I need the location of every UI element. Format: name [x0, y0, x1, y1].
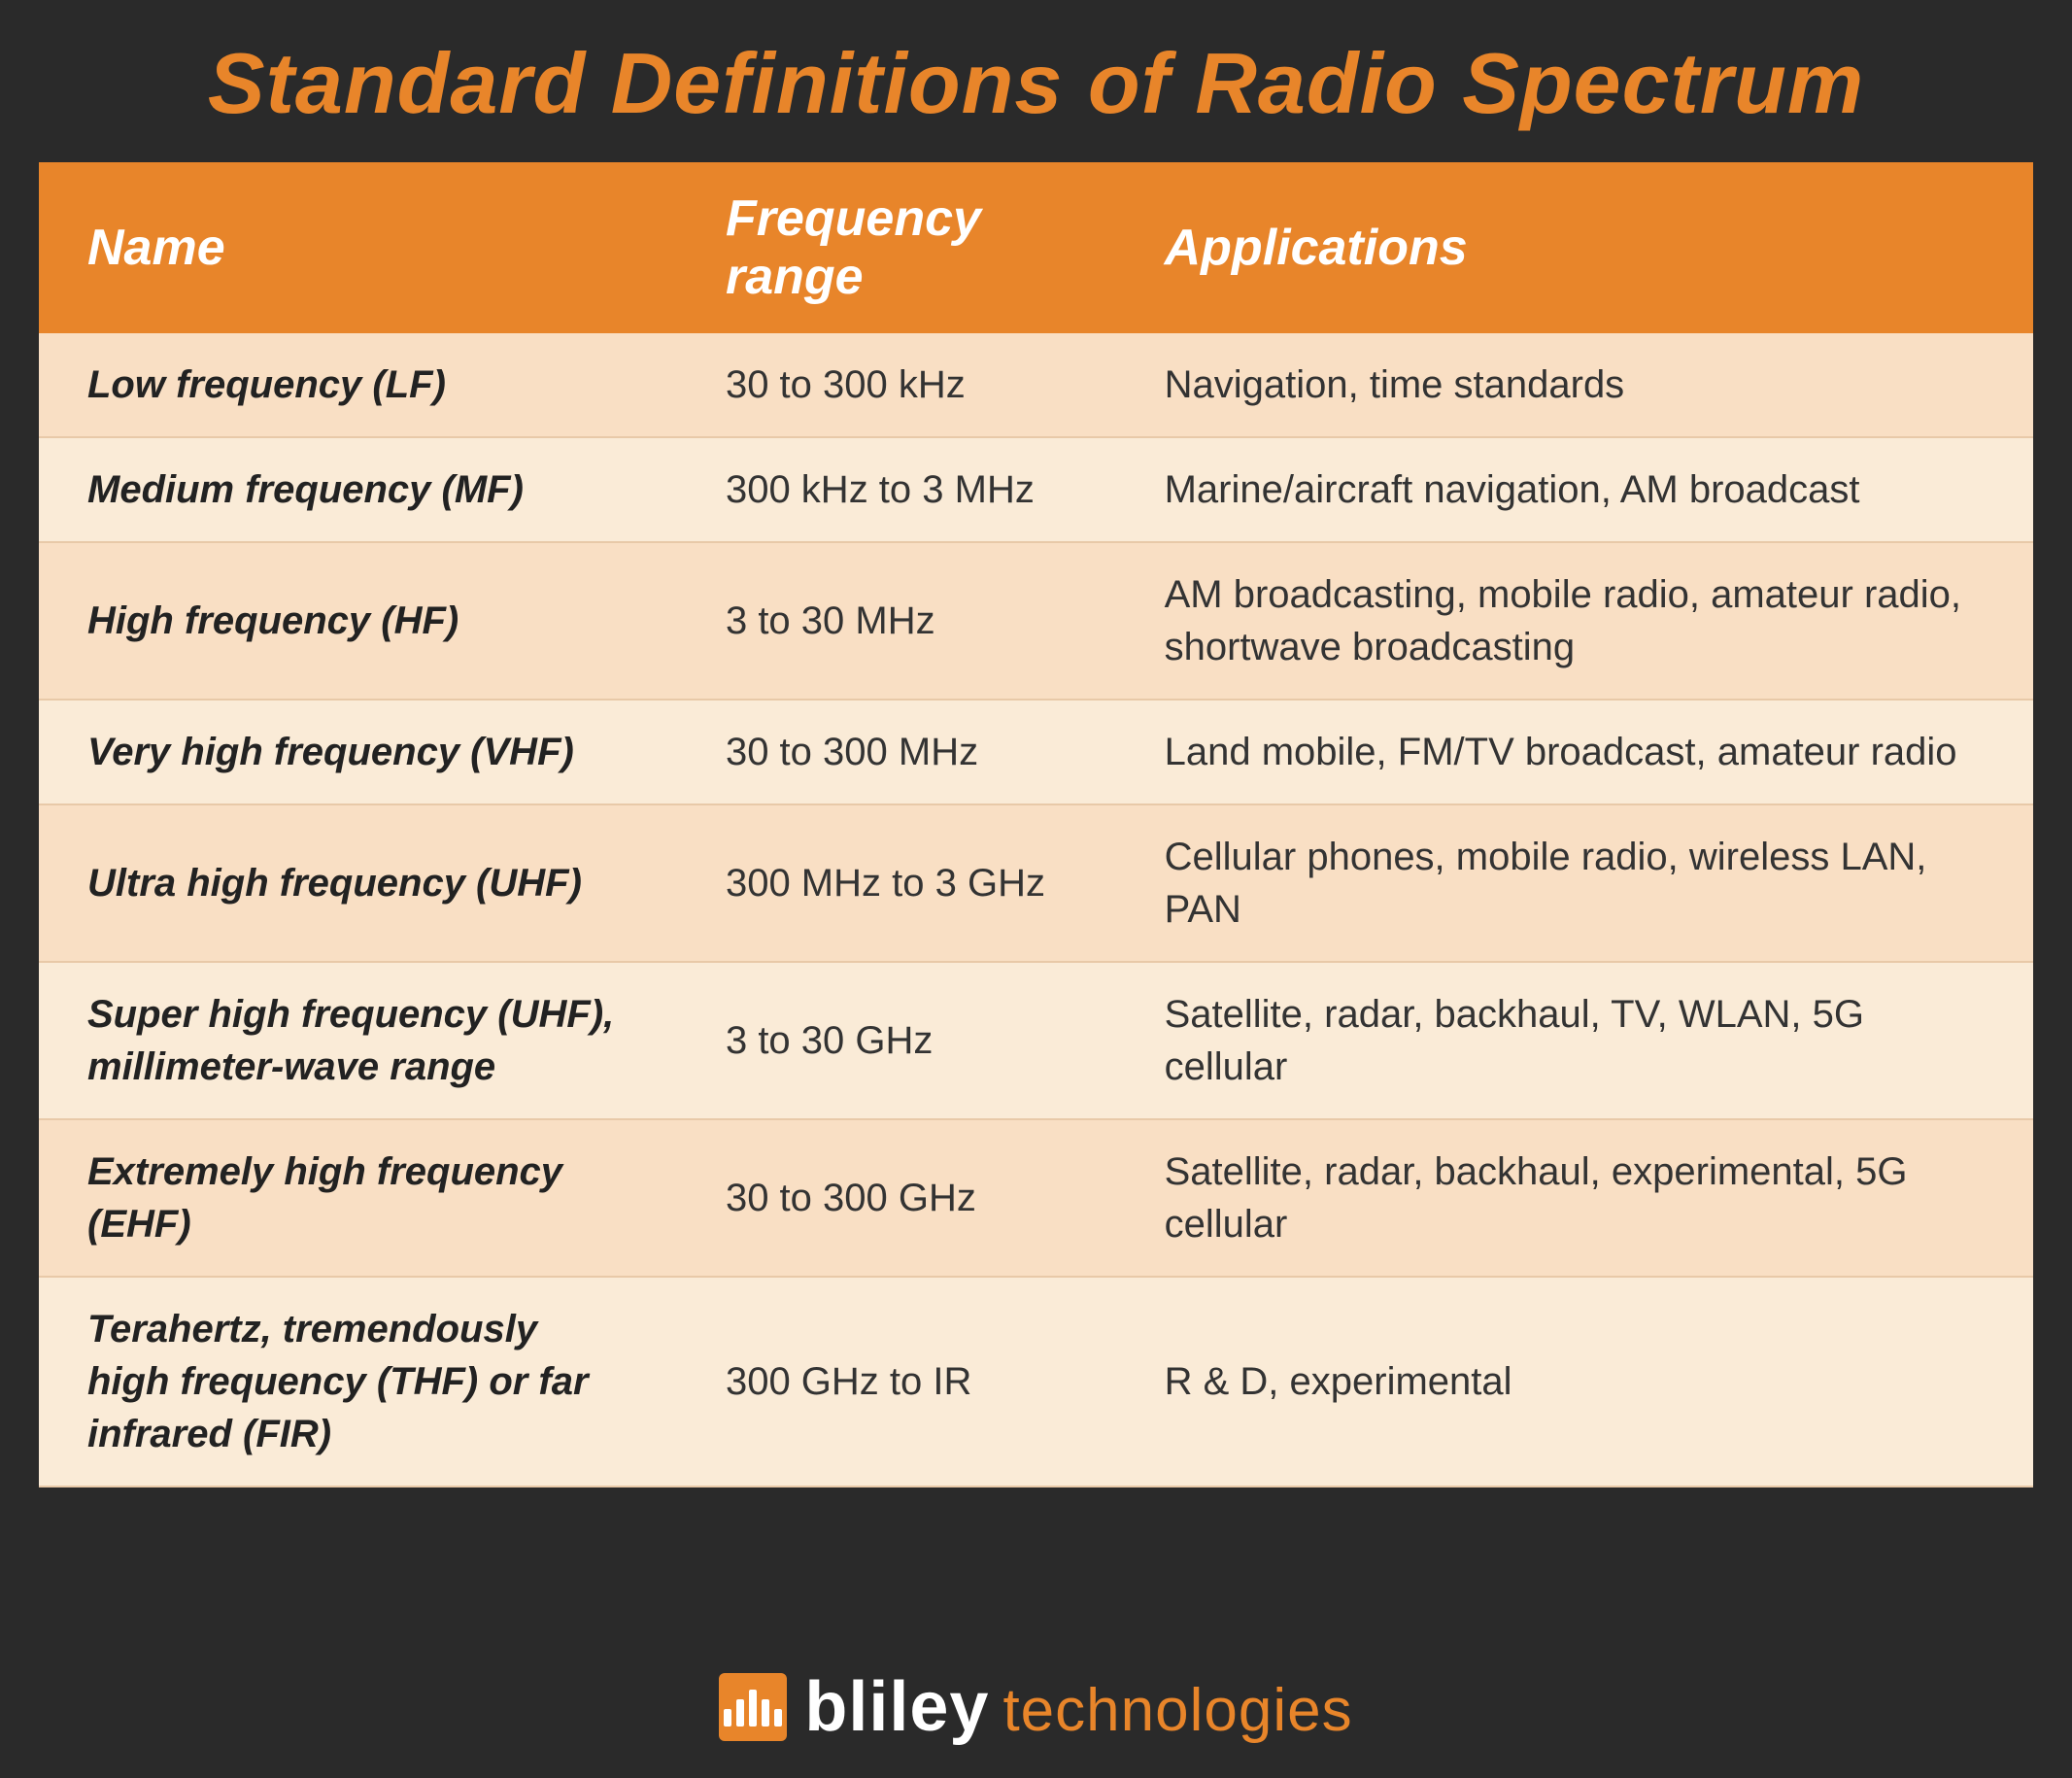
cell-name: Terahertz, tremendously high frequency (…: [39, 1277, 677, 1487]
logo-bars: [724, 1688, 782, 1727]
cell-frequency: 30 to 300 MHz: [677, 700, 1116, 804]
page-title: Standard Definitions of Radio Spectrum: [58, 37, 2014, 131]
col-header-applications: Applications: [1116, 162, 2033, 333]
cell-frequency: 300 GHz to IR: [677, 1277, 1116, 1487]
bar-2: [736, 1699, 744, 1727]
table-row: Terahertz, tremendously high frequency (…: [39, 1277, 2033, 1487]
cell-name: Super high frequency (UHF), millimeter-w…: [39, 962, 677, 1119]
cell-frequency: 3 to 30 GHz: [677, 962, 1116, 1119]
cell-applications: Satellite, radar, backhaul, TV, WLAN, 5G…: [1116, 962, 2033, 1119]
brand-bliley: bliley: [804, 1667, 989, 1747]
cell-name: Extremely high frequency (EHF): [39, 1119, 677, 1277]
table-row: Very high frequency (VHF)30 to 300 MHzLa…: [39, 700, 2033, 804]
bar-1: [724, 1709, 731, 1727]
table-row: Low frequency (LF)30 to 300 kHzNavigatio…: [39, 333, 2033, 437]
cell-name: Medium frequency (MF): [39, 437, 677, 542]
cell-applications: AM broadcasting, mobile radio, amateur r…: [1116, 542, 2033, 700]
spectrum-table: Name Frequency range Applications Low fr…: [39, 162, 2033, 1487]
col-header-frequency: Frequency range: [677, 162, 1116, 333]
bar-3: [749, 1690, 757, 1727]
cell-frequency: 300 MHz to 3 GHz: [677, 804, 1116, 962]
bar-5: [774, 1709, 782, 1727]
footer: bliley technologies: [0, 1640, 2072, 1778]
cell-frequency: 3 to 30 MHz: [677, 542, 1116, 700]
title-bar: Standard Definitions of Radio Spectrum: [0, 0, 2072, 162]
cell-applications: Land mobile, FM/TV broadcast, amateur ra…: [1116, 700, 2033, 804]
cell-frequency: 30 to 300 kHz: [677, 333, 1116, 437]
table-header-row: Name Frequency range Applications: [39, 162, 2033, 333]
cell-applications: Satellite, radar, backhaul, experimental…: [1116, 1119, 2033, 1277]
cell-applications: Navigation, time standards: [1116, 333, 2033, 437]
cell-applications: R & D, experimental: [1116, 1277, 2033, 1487]
table-row: Medium frequency (MF)300 kHz to 3 MHzMar…: [39, 437, 2033, 542]
cell-name: High frequency (HF): [39, 542, 677, 700]
cell-applications: Cellular phones, mobile radio, wireless …: [1116, 804, 2033, 962]
table-row: High frequency (HF)3 to 30 MHzAM broadca…: [39, 542, 2033, 700]
cell-frequency: 30 to 300 GHz: [677, 1119, 1116, 1277]
cell-frequency: 300 kHz to 3 MHz: [677, 437, 1116, 542]
cell-name: Very high frequency (VHF): [39, 700, 677, 804]
table-container: Name Frequency range Applications Low fr…: [39, 162, 2033, 1640]
col-header-name: Name: [39, 162, 677, 333]
cell-name: Low frequency (LF): [39, 333, 677, 437]
brand-name: bliley technologies: [804, 1667, 1352, 1747]
brand-logo-icon: [719, 1673, 787, 1741]
bar-4: [762, 1699, 769, 1727]
cell-applications: Marine/aircraft navigation, AM broadcast: [1116, 437, 2033, 542]
table-row: Ultra high frequency (UHF)300 MHz to 3 G…: [39, 804, 2033, 962]
table-row: Extremely high frequency (EHF)30 to 300 …: [39, 1119, 2033, 1277]
brand-technologies: technologies: [1002, 1676, 1352, 1745]
cell-name: Ultra high frequency (UHF): [39, 804, 677, 962]
table-row: Super high frequency (UHF), millimeter-w…: [39, 962, 2033, 1119]
